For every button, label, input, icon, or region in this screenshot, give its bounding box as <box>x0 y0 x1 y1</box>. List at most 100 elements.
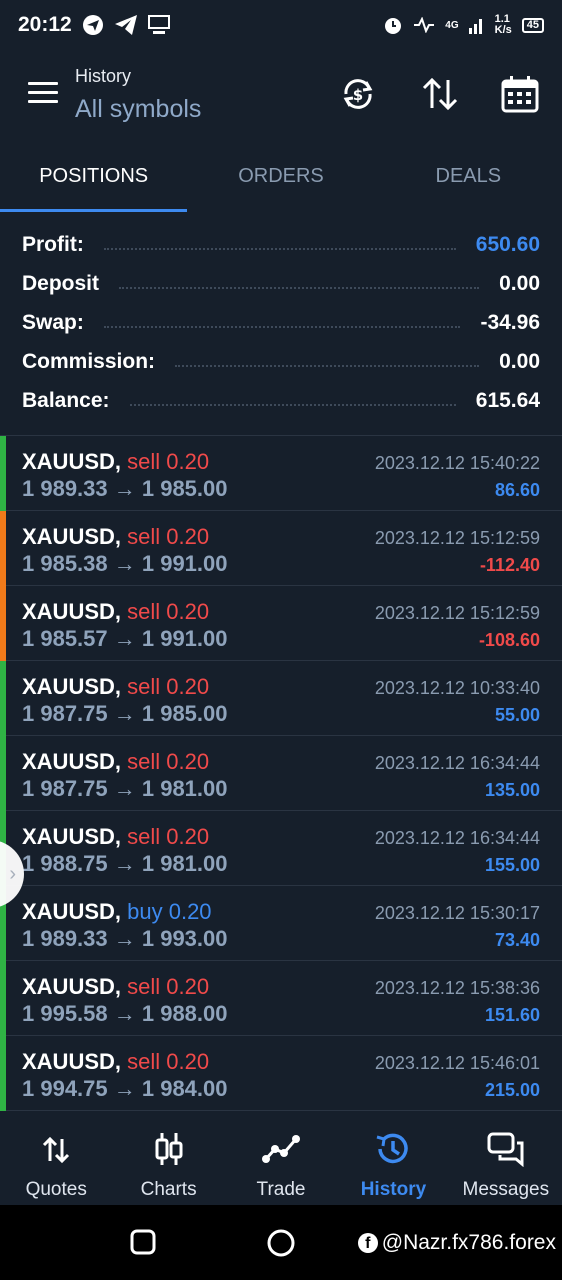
system-nav-bar: f @Nazr.fx786.forex <box>0 1205 562 1280</box>
position-profit: 151.60 <box>484 1005 540 1025</box>
position-row[interactable]: XAUUSD, sell 0.20 1 994.75 → 1 984.00 2023… <box>0 1036 562 1111</box>
symbol-name: XAUUSD, <box>22 1049 122 1074</box>
position-row[interactable]: XAUUSD, buy 0.20 1 989.33 → 1 993.00 2023.… <box>0 886 562 961</box>
calendar-icon[interactable] <box>500 74 540 114</box>
position-profit: -112.40 <box>479 555 540 575</box>
position-prices: 1 989.33 → 1 993.00 <box>22 926 228 951</box>
position-prices: 1 995.58 → 1 988.00 <box>22 1001 228 1026</box>
battery-icon: 45 <box>521 17 544 33</box>
summary-deposit: Deposit 0.00 <box>0 264 562 303</box>
position-side: sell 0.20 <box>127 749 210 774</box>
position-time: 2023.12.12 10:33:40 <box>374 678 540 698</box>
position-time: 2023.12.12 16:34:44 <box>374 753 540 773</box>
nav-messages[interactable]: Messages <box>450 1115 562 1205</box>
commission-label: Commission: <box>22 349 156 373</box>
deposit-value: 0.00 <box>499 271 540 295</box>
position-status-bar <box>0 661 6 736</box>
sort-icon[interactable] <box>420 74 460 114</box>
watermark-text: @Nazr.fx786.forex <box>381 1231 556 1254</box>
position-time: 2023.12.12 15:12:59 <box>374 603 540 623</box>
bottom-nav: Quotes Charts Trade History Messages <box>0 1115 562 1205</box>
swap-label: Swap: <box>22 310 84 334</box>
position-row[interactable]: XAUUSD, sell 0.20 1 985.57 → 1 991.00 2023… <box>0 586 562 661</box>
sync-icon[interactable]: $ <box>338 74 378 114</box>
nav-quotes[interactable]: Quotes <box>0 1115 112 1205</box>
position-symbol: XAUUSD, buy 0.20 <box>22 899 212 925</box>
summary-swap: Swap: -34.96 <box>0 303 562 342</box>
position-time: 2023.12.12 15:46:01 <box>374 1053 540 1073</box>
watermark: f @Nazr.fx786.forex <box>357 1231 556 1255</box>
position-profit: 73.40 <box>494 930 540 950</box>
symbol-filter[interactable]: All symbols <box>75 95 201 124</box>
recent-apps-icon[interactable] <box>130 1229 156 1255</box>
position-time: 2023.12.12 15:40:22 <box>374 453 540 473</box>
svg-text:$: $ <box>353 86 363 104</box>
facebook-icon: f <box>357 1233 378 1253</box>
position-row[interactable]: XAUUSD, sell 0.20 1 987.75 → 1 985.00 2023… <box>0 661 562 736</box>
position-side: sell 0.20 <box>127 974 210 999</box>
position-row[interactable]: XAUUSD, sell 0.20 1 989.33 → 1 985.00 2023… <box>0 436 562 511</box>
balance-label: Balance: <box>22 388 110 412</box>
position-profit: 86.60 <box>494 480 540 500</box>
summary-commission: Commission: 0.00 <box>0 342 562 381</box>
position-row[interactable]: XAUUSD, sell 0.20 1 995.58 → 1 988.00 2023… <box>0 961 562 1036</box>
menu-button[interactable] <box>28 82 58 106</box>
summary-profit: Profit: 650.60 <box>0 225 562 264</box>
symbol-name: XAUUSD, <box>22 524 122 549</box>
position-symbol: XAUUSD, sell 0.20 <box>22 749 209 775</box>
position-symbol: XAUUSD, sell 0.20 <box>22 824 209 850</box>
position-row[interactable]: XAUUSD, sell 0.20 1 985.38 → 1 991.00 2023… <box>0 511 562 586</box>
monitor-icon <box>147 15 170 34</box>
commission-value: 0.00 <box>499 349 540 373</box>
position-time: 2023.12.12 15:30:17 <box>374 903 540 923</box>
status-time: 20:12 <box>18 13 72 36</box>
position-status-bar <box>0 511 6 586</box>
position-side: buy 0.20 <box>127 899 212 924</box>
symbol-name: XAUUSD, <box>22 824 122 849</box>
app-header: History All symbols $ <box>0 50 562 140</box>
symbol-name: XAUUSD, <box>22 674 122 699</box>
position-status-bar <box>0 961 6 1036</box>
tab-positions[interactable]: POSITIONS <box>0 150 188 212</box>
nav-quotes-label: Quotes <box>25 1179 87 1200</box>
profit-value: 650.60 <box>475 232 540 256</box>
position-profit: 215.00 <box>484 1080 540 1100</box>
profit-label: Profit: <box>22 232 84 256</box>
position-prices: 1 985.57 → 1 991.00 <box>22 626 228 651</box>
nav-trade-label: Trade <box>256 1179 306 1200</box>
position-status-bar <box>0 436 6 511</box>
position-prices: 1 987.75 → 1 985.00 <box>22 701 228 726</box>
position-row[interactable]: XAUUSD, sell 0.20 1 988.75 → 1 981.00 2023… <box>0 811 562 886</box>
nav-trade[interactable]: Trade <box>225 1115 337 1205</box>
position-symbol: XAUUSD, sell 0.20 <box>22 1049 209 1075</box>
position-time: 2023.12.12 15:38:36 <box>374 978 540 998</box>
position-side: sell 0.20 <box>127 1049 210 1074</box>
position-row[interactable]: XAUUSD, sell 0.20 1 987.75 → 1 981.00 2023… <box>0 736 562 811</box>
position-symbol: XAUUSD, sell 0.20 <box>22 449 209 475</box>
symbol-name: XAUUSD, <box>22 449 122 474</box>
summary-panel: Profit: 650.60 Deposit 0.00 Swap: -34.96… <box>0 225 562 420</box>
position-profit: 155.00 <box>484 855 540 875</box>
tab-bar: POSITIONS ORDERS DEALS <box>0 150 562 212</box>
status-bar: 20:12 4G 1.1 K/s 45 <box>0 0 562 50</box>
position-symbol: XAUUSD, sell 0.20 <box>22 524 209 550</box>
position-prices: 1 989.33 → 1 985.00 <box>22 476 228 501</box>
nav-messages-label: Messages <box>462 1179 550 1200</box>
tab-orders[interactable]: ORDERS <box>187 150 374 212</box>
notification-icon <box>82 15 103 35</box>
position-prices: 1 987.75 → 1 981.00 <box>22 776 228 801</box>
position-symbol: XAUUSD, sell 0.20 <box>22 974 209 1000</box>
tab-deals[interactable]: DEALS <box>375 150 562 212</box>
home-icon[interactable] <box>267 1229 295 1257</box>
position-side: sell 0.20 <box>127 599 210 624</box>
position-time: 2023.12.12 16:34:44 <box>374 828 540 848</box>
summary-balance: Balance: 615.64 <box>0 381 562 420</box>
trade-icon <box>262 1135 301 1163</box>
position-side: sell 0.20 <box>127 674 210 699</box>
telegram-icon <box>114 15 137 35</box>
nav-charts[interactable]: Charts <box>112 1115 224 1205</box>
position-prices: 1 988.75 → 1 981.00 <box>22 851 228 876</box>
history-icon <box>377 1133 409 1164</box>
balance-value: 615.64 <box>475 388 540 412</box>
nav-history[interactable]: History <box>337 1115 449 1205</box>
